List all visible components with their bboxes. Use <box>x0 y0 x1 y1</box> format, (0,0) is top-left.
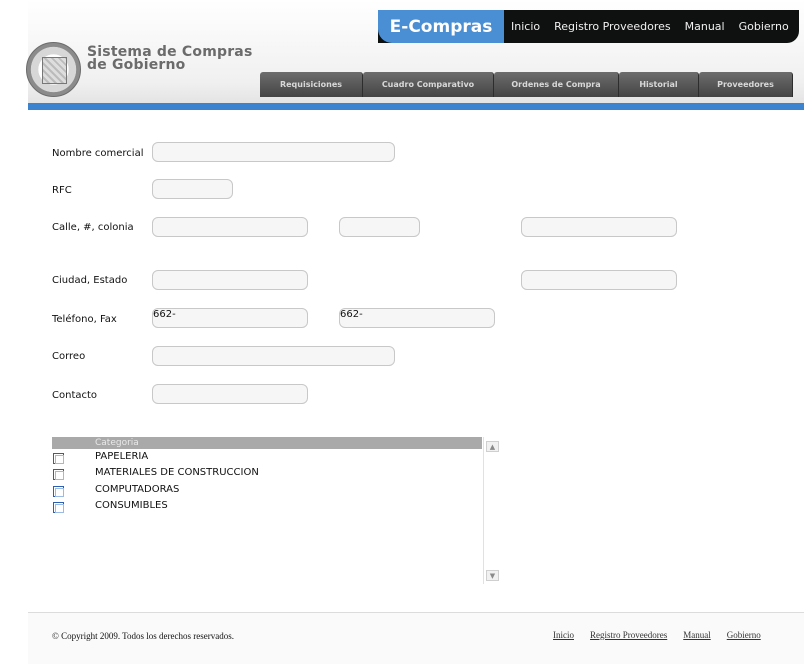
category-row-materiales[interactable]: MATERIALES DE CONSTRUCCION <box>53 467 259 481</box>
top-nav-inicio[interactable]: Inicio <box>511 20 540 33</box>
top-nav-gobierno[interactable]: Gobierno <box>739 20 789 33</box>
top-nav-links: Inicio Registro Proveedores Manual Gobie… <box>504 10 796 43</box>
category-label: MATERIALES DE CONSTRUCCION <box>95 467 259 478</box>
tab-proveedores[interactable]: Proveedores <box>699 72 793 97</box>
footer-link-manual[interactable]: Manual <box>683 630 711 640</box>
app-name-badge: E-Compras <box>378 10 504 43</box>
scroll-up-icon[interactable]: ▲ <box>486 441 499 452</box>
label-calle: Calle, #, colonia <box>52 222 134 233</box>
header-accent-strip <box>28 103 804 110</box>
label-nombre-comercial: Nombre comercial <box>52 148 144 159</box>
scroll-down-icon[interactable]: ▼ <box>486 570 499 581</box>
government-seal-logo <box>26 42 81 97</box>
category-checkbox[interactable] <box>53 501 64 513</box>
category-label: CONSUMIBLES <box>95 500 168 511</box>
rfc-field[interactable] <box>152 179 233 199</box>
top-nav-manual[interactable]: Manual <box>685 20 725 33</box>
label-telefono-fax: Teléfono, Fax <box>52 314 117 325</box>
brand-line-2: de Gobierno <box>87 57 186 73</box>
category-list-header: Categoria <box>52 437 482 449</box>
calle-field[interactable] <box>152 217 308 237</box>
category-row-computadoras[interactable]: COMPUTADORAS <box>53 484 179 498</box>
top-nav-registro-proveedores[interactable]: Registro Proveedores <box>554 20 671 33</box>
tab-requisiciones[interactable]: Requisiciones <box>260 72 363 97</box>
fax-field[interactable]: 662- <box>339 308 495 328</box>
label-contacto: Contacto <box>52 390 98 401</box>
label-rfc: RFC <box>52 185 72 196</box>
category-scrollbar[interactable]: ▲ ▼ <box>483 437 500 584</box>
category-checkbox[interactable] <box>53 452 64 464</box>
category-checkbox[interactable] <box>53 485 64 497</box>
tab-historial[interactable]: Historial <box>619 72 699 97</box>
fax-value: 662- <box>340 309 363 320</box>
footer-link-inicio[interactable]: Inicio <box>553 630 574 640</box>
footer-link-gobierno[interactable]: Gobierno <box>727 630 761 640</box>
tab-ordenes-de-compra[interactable]: Ordenes de Compra <box>494 72 619 97</box>
copyright-text: © Copyright 2009. Todos los derechos res… <box>52 631 235 641</box>
label-correo: Correo <box>52 351 86 362</box>
category-label: COMPUTADORAS <box>95 484 180 495</box>
nombre-comercial-field[interactable] <box>152 142 395 162</box>
category-label: PAPELERIA <box>95 451 149 462</box>
brand-title: Sistema de Compras de Gobierno <box>87 45 253 73</box>
footer-link-registro-proveedores[interactable]: Registro Proveedores <box>590 630 667 640</box>
contacto-field[interactable] <box>152 384 308 404</box>
ciudad-field[interactable] <box>152 270 308 290</box>
category-checkbox[interactable] <box>53 468 64 480</box>
main-tabs: Requisiciones Cuadro Comparativo Ordenes… <box>260 72 793 97</box>
category-row-consumibles[interactable]: CONSUMIBLES <box>53 500 168 514</box>
tab-cuadro-comparativo[interactable]: Cuadro Comparativo <box>363 72 494 97</box>
category-row-papeleria[interactable]: PAPELERIA <box>53 451 148 465</box>
numero-field[interactable] <box>339 217 420 237</box>
estado-field[interactable] <box>521 270 677 290</box>
telefono-field[interactable]: 662- <box>152 308 308 328</box>
correo-field[interactable] <box>152 346 395 366</box>
footer-links: Inicio Registro Proveedores Manual Gobie… <box>553 630 777 640</box>
colonia-field[interactable] <box>521 217 677 237</box>
telefono-value: 662- <box>153 309 176 320</box>
label-ciudad-estado: Ciudad, Estado <box>52 275 128 286</box>
